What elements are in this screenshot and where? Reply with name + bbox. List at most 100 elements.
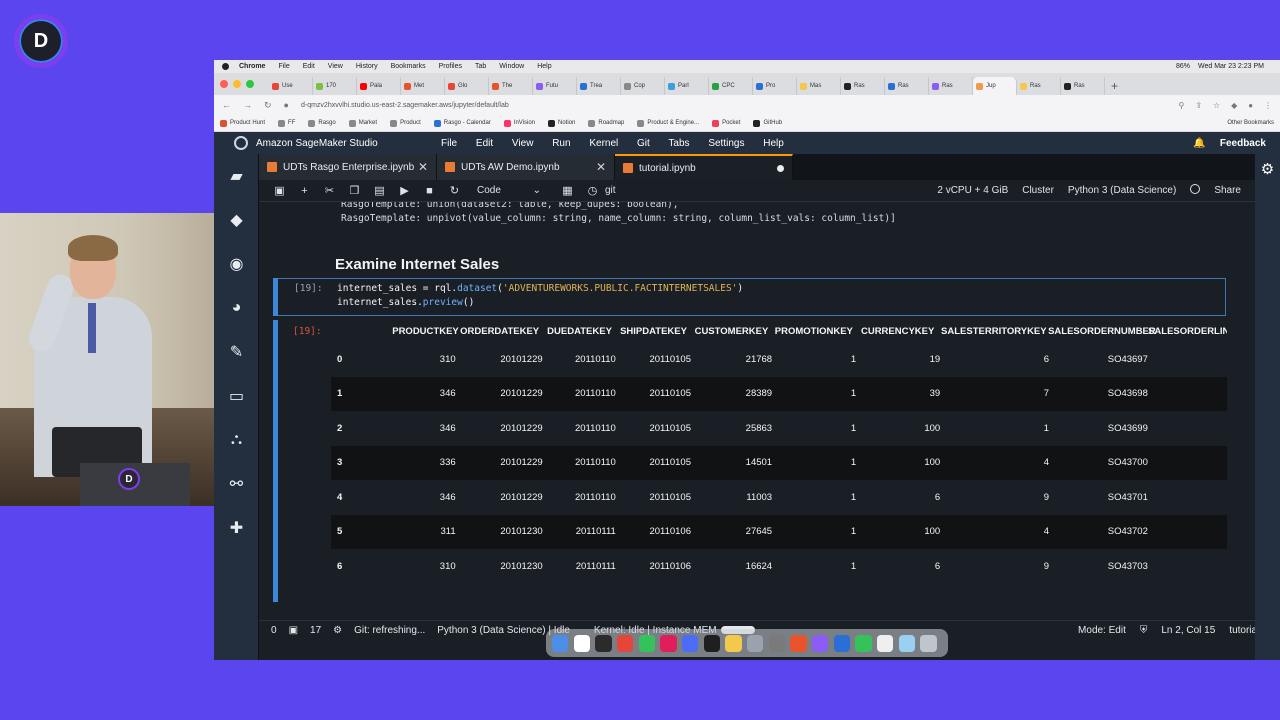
other-bookmarks[interactable]: Other Bookmarks bbox=[1227, 120, 1274, 126]
dock-app-icon[interactable] bbox=[725, 634, 742, 652]
browser-tab[interactable]: Ras bbox=[885, 77, 929, 95]
bookmark-item[interactable]: Rasgo bbox=[308, 119, 336, 127]
dock-app-icon[interactable] bbox=[877, 634, 894, 652]
save-icon[interactable]: ▣ bbox=[267, 184, 292, 197]
cell-type-select[interactable]: Code ⌄ bbox=[477, 185, 541, 196]
clock[interactable]: Wed Mar 23 2:23 PM bbox=[1198, 63, 1264, 70]
close-window-icon[interactable] bbox=[220, 80, 228, 88]
menu-view[interactable]: View bbox=[512, 138, 534, 149]
copy-icon[interactable]: ❐ bbox=[342, 184, 367, 197]
minimize-window-icon[interactable] bbox=[233, 80, 241, 88]
menu-edit[interactable]: Edit bbox=[476, 138, 493, 149]
dock-app-icon[interactable] bbox=[855, 634, 872, 652]
gear-icon[interactable]: ⚙ bbox=[1255, 154, 1280, 184]
bookmark-item[interactable]: FF bbox=[278, 119, 295, 127]
dock-app-icon[interactable] bbox=[703, 634, 720, 652]
dock-app-icon[interactable] bbox=[682, 634, 699, 652]
settings-icon[interactable]: ⚙ bbox=[333, 625, 342, 636]
experiments-icon[interactable]: ⛬ bbox=[214, 418, 259, 462]
cut-icon[interactable]: ✂ bbox=[317, 184, 342, 197]
bookmark-item[interactable]: GitHub bbox=[753, 119, 782, 127]
run-icon[interactable]: ▶ bbox=[392, 184, 417, 197]
battery-percent[interactable]: 86% bbox=[1176, 63, 1190, 70]
share-icon[interactable]: ⇪ bbox=[1195, 101, 1202, 110]
browser-tab[interactable]: The bbox=[489, 77, 533, 95]
git-status[interactable]: Git: refreshing... bbox=[354, 625, 425, 636]
cursor-position[interactable]: Ln 2, Col 15 bbox=[1161, 625, 1215, 636]
star-icon[interactable]: ☆ bbox=[1213, 101, 1220, 110]
git-label[interactable]: git bbox=[605, 185, 616, 196]
profile-icon[interactable]: ● bbox=[1248, 101, 1253, 110]
more-icon[interactable]: ⋮ bbox=[1264, 101, 1272, 110]
bookmark-item[interactable]: Product bbox=[390, 119, 421, 127]
feedback-button[interactable]: Feedback bbox=[1220, 138, 1266, 149]
menu-help[interactable]: Help bbox=[537, 63, 551, 70]
bookmark-item[interactable]: Product Hunt bbox=[220, 119, 265, 127]
pipelines-icon[interactable]: ⚯ bbox=[214, 462, 259, 506]
new-tab-button[interactable]: + bbox=[1111, 77, 1118, 95]
dock-app-icon[interactable] bbox=[898, 634, 915, 652]
folder-icon[interactable]: ▰ bbox=[214, 154, 259, 198]
menu-profiles[interactable]: Profiles bbox=[439, 63, 462, 70]
wrench-icon[interactable]: ✎ bbox=[214, 330, 259, 374]
running-terminals-icon[interactable]: ◉ bbox=[214, 242, 259, 286]
apple-icon[interactable] bbox=[222, 63, 229, 70]
menu-settings[interactable]: Settings bbox=[708, 138, 744, 149]
dock-app-icon[interactable] bbox=[920, 634, 937, 652]
browser-tab[interactable]: Parl bbox=[665, 77, 709, 95]
browser-tab[interactable]: 170 bbox=[313, 77, 357, 95]
browser-tab[interactable]: Ras bbox=[1061, 77, 1105, 95]
code-line[interactable]: internet_sales.preview() bbox=[337, 297, 474, 308]
menu-bookmarks[interactable]: Bookmarks bbox=[391, 63, 426, 70]
bookmark-item[interactable]: Market bbox=[348, 119, 377, 127]
code-line[interactable]: internet_sales = rql.dataset('ADVENTUREW… bbox=[337, 283, 743, 294]
url-field[interactable]: d-qmzv2hxvvlhi.studio.us-east-2.sagemake… bbox=[301, 102, 1170, 109]
kernel-name[interactable]: Python 3 (Data Science) bbox=[1068, 185, 1176, 196]
menu-tabs[interactable]: Tabs bbox=[668, 138, 689, 149]
terminal-icon[interactable]: ▦ bbox=[555, 184, 580, 197]
status-count[interactable]: 0 bbox=[271, 625, 277, 636]
zoom-window-icon[interactable] bbox=[246, 80, 254, 88]
dock-app-icon[interactable] bbox=[660, 634, 677, 652]
extension-icon[interactable]: ◆ bbox=[1231, 101, 1237, 110]
mode-indicator[interactable]: Mode: Edit bbox=[1078, 625, 1126, 636]
zoom-icon[interactable]: ⚲ bbox=[1179, 101, 1185, 110]
browser-tab[interactable]: Ras bbox=[841, 77, 885, 95]
dock-app-icon[interactable] bbox=[573, 634, 590, 652]
bookmark-item[interactable]: InVision bbox=[503, 119, 535, 127]
compute-spec[interactable]: 2 vCPU + 4 GiB bbox=[937, 185, 1008, 196]
tabs-icon[interactable]: ▭ bbox=[214, 374, 259, 418]
browser-tab[interactable]: Pro bbox=[753, 77, 797, 95]
dock-app-icon[interactable] bbox=[768, 634, 785, 652]
reload-icon[interactable]: ↻ bbox=[264, 100, 272, 111]
browser-tab[interactable]: Mas bbox=[797, 77, 841, 95]
unsaved-dot-icon[interactable] bbox=[777, 164, 784, 172]
bookmark-item[interactable]: Pocket bbox=[712, 119, 740, 127]
tab-udts-aw-demo[interactable]: UDTs AW Demo.ipynb ✕ bbox=[437, 154, 615, 180]
menu-run[interactable]: Run bbox=[552, 138, 570, 149]
browser-tab[interactable]: Use bbox=[269, 77, 313, 95]
extensions-icon[interactable]: ✚ bbox=[214, 506, 259, 550]
browser-tab[interactable]: Trea bbox=[577, 77, 621, 95]
cluster-button[interactable]: Cluster bbox=[1022, 185, 1054, 196]
dock-app-icon[interactable] bbox=[812, 634, 829, 652]
menu-edit[interactable]: Edit bbox=[303, 63, 315, 70]
bookmark-item[interactable]: Rasgo - Calendar bbox=[433, 119, 491, 127]
restart-icon[interactable]: ↻ bbox=[442, 184, 467, 197]
security-icon[interactable]: ⛨ bbox=[1140, 625, 1148, 636]
back-icon[interactable]: ← bbox=[222, 100, 231, 110]
add-cell-icon[interactable]: + bbox=[292, 185, 317, 197]
dock-app-icon[interactable] bbox=[833, 634, 850, 652]
status-count[interactable]: 17 bbox=[310, 625, 321, 636]
menu-tab[interactable]: Tab bbox=[475, 63, 486, 70]
menu-history[interactable]: History bbox=[356, 63, 378, 70]
code-cell[interactable]: [19]: internet_sales = rql.dataset('ADVE… bbox=[273, 278, 1226, 316]
clock-icon[interactable]: ◷ bbox=[580, 184, 605, 197]
dock-app-icon[interactable] bbox=[638, 634, 655, 652]
dock-app-icon[interactable] bbox=[552, 634, 569, 652]
forward-icon[interactable]: → bbox=[243, 100, 252, 110]
dock-app-icon[interactable] bbox=[790, 634, 807, 652]
menu-git[interactable]: Git bbox=[637, 138, 650, 149]
menu-window[interactable]: Window bbox=[499, 63, 524, 70]
tab-tutorial[interactable]: tutorial.ipynb bbox=[615, 154, 793, 180]
